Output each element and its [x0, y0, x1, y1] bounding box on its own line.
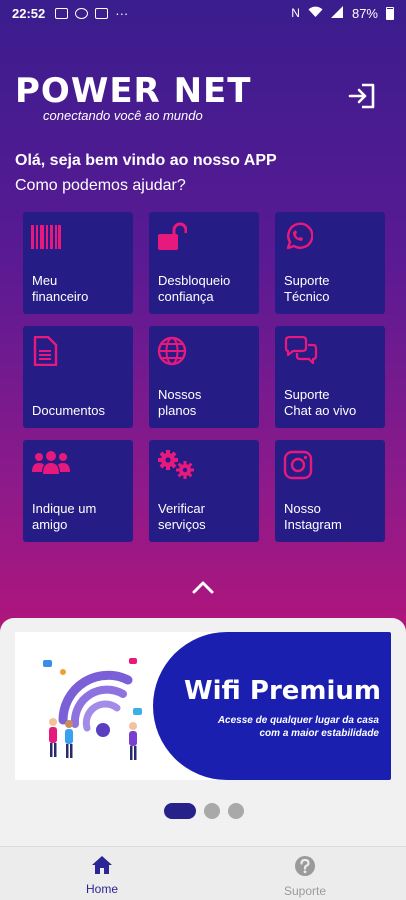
person-right: [129, 722, 137, 760]
tile-nosso-instagram[interactable]: Nosso Instagram: [275, 440, 385, 542]
instagram-icon: [283, 450, 313, 480]
tile-label: Verificar serviços: [158, 501, 206, 532]
greeting-subtitle: Como podemos ajudar?: [15, 177, 186, 194]
login-icon: [348, 83, 375, 109]
gallery-icon: [55, 7, 69, 19]
banner-blue-panel: [153, 632, 391, 780]
battery-icon: [386, 6, 394, 20]
bottom-navigation: Home Suporte: [0, 846, 406, 900]
tile-label: Suporte Técnico: [284, 273, 330, 304]
wifi-illustration: [43, 658, 142, 760]
tile-documentos[interactable]: Documentos: [23, 326, 133, 428]
whatsapp-icon: [286, 222, 313, 250]
unlock-icon: [158, 222, 187, 250]
nav-suporte-label: Suporte: [283, 884, 327, 898]
globe-icon: [157, 336, 187, 366]
barcode-icon: [31, 225, 61, 249]
brand-logo: POWER NET conectando você ao mundo: [15, 72, 251, 123]
tile-label: Nosso Instagram: [284, 501, 342, 532]
greeting: Olá, seja bem vindo ao nosso APP Como po…: [15, 151, 277, 196]
services-grid: Meu financeiro Desbloqueio confiança Sup…: [23, 212, 385, 542]
tile-suporte-tecnico[interactable]: Suporte Técnico: [275, 212, 385, 314]
nav-home[interactable]: Home: [62, 855, 142, 896]
carousel-indicators: [164, 803, 244, 819]
signal-icon: [330, 5, 344, 21]
tile-desbloqueio-confianca[interactable]: Desbloqueio confiança: [149, 212, 259, 314]
tile-label: Meu financeiro: [32, 273, 89, 304]
nav-suporte[interactable]: Suporte: [265, 855, 345, 898]
person-middle: [65, 720, 73, 758]
nav-home-label: Home: [85, 882, 118, 896]
carousel-dot-2[interactable]: [204, 803, 220, 819]
brand-name: POWER NET: [15, 71, 252, 111]
users-icon: [32, 451, 70, 474]
person-left: [49, 718, 57, 757]
banner-wifi-premium[interactable]: Wifi Premium Acesse de qualquer lugar da…: [15, 632, 391, 780]
chat-icon: [284, 336, 318, 365]
tile-label: Documentos: [32, 403, 105, 418]
banner-text: Acesse de qualquer lugar da casa com a m…: [217, 715, 379, 739]
gears-icon: [158, 450, 194, 479]
greeting-title: Olá, seja bem vindo ao nosso APP: [15, 152, 277, 169]
help-icon: [295, 856, 315, 876]
tile-label: Suporte Chat ao vivo: [284, 387, 357, 418]
tile-indique-amigo[interactable]: Indique um amigo: [23, 440, 133, 542]
tile-nossos-planos[interactable]: Nossos planos: [149, 326, 259, 428]
tile-verificar-servicos[interactable]: Verificar serviços: [149, 440, 259, 542]
nfc-icon: N: [291, 6, 300, 20]
youtube-icon: [95, 7, 109, 19]
battery-percent: 87%: [351, 5, 378, 21]
carousel-dot-3[interactable]: [228, 803, 244, 819]
document-icon: [33, 336, 58, 366]
more-notifications: ···: [115, 5, 129, 21]
carousel-dot-1[interactable]: [164, 803, 196, 819]
status-time: 22:52: [12, 5, 46, 21]
whatsapp-notification-icon: [75, 7, 89, 19]
tile-label: Indique um amigo: [32, 501, 97, 532]
tile-suporte-chat[interactable]: Suporte Chat ao vivo: [275, 326, 385, 428]
tile-label: Nossos planos: [158, 387, 202, 418]
chevron-up-icon[interactable]: [190, 577, 216, 597]
wifi-icon: [308, 6, 323, 21]
login-button[interactable]: [346, 80, 378, 112]
status-bar: 22:52 ··· N 87%: [0, 0, 406, 26]
tile-meu-financeiro[interactable]: Meu financeiro: [23, 212, 133, 314]
banner-title: Wifi Premium: [183, 676, 381, 706]
home-icon: [92, 856, 112, 874]
tile-label: Desbloqueio confiança: [158, 273, 231, 304]
